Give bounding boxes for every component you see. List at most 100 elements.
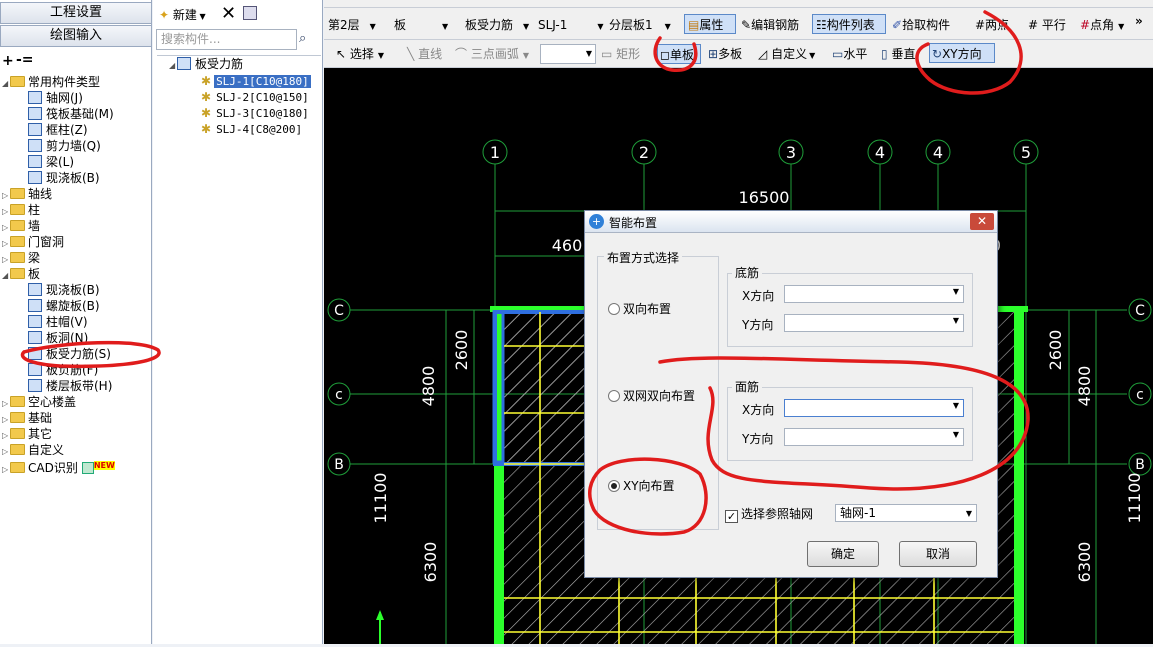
dimension-text: 11100 <box>1125 473 1144 524</box>
tree-root-rebar[interactable]: ◢ 板受力筋 <box>169 56 243 72</box>
tree-item[interactable]: 框柱(Z) <box>18 122 88 138</box>
horizontal-button[interactable]: ▭水平 <box>832 44 867 64</box>
tree-item[interactable]: 轴网(J) <box>18 90 83 106</box>
folder-icon <box>10 396 25 407</box>
ref-axis-checkbox[interactable]: ✓ 选择参照轴网 <box>725 505 813 523</box>
collapsed-arrow-icon[interactable]: ▷ <box>2 462 10 478</box>
radio-double-icon <box>608 303 620 315</box>
tree-item[interactable]: 柱帽(V) <box>18 314 88 330</box>
dimension-text: 4800 <box>1075 366 1094 407</box>
tree-item[interactable]: ▷ 门窗洞 <box>2 234 64 250</box>
component-list-item[interactable]: ✱ SLJ-3[C10@180] <box>201 105 311 121</box>
axis-select[interactable]: 轴网-1 <box>835 504 977 522</box>
layer-select[interactable]: 分层板1 ▼ <box>609 15 671 35</box>
category-select[interactable]: 板 ▼ <box>394 15 448 35</box>
tree-item[interactable]: ▷ 基础 <box>2 410 52 426</box>
bottom-y-select[interactable] <box>784 314 964 332</box>
method-group-title: 布置方式选择 <box>604 249 683 266</box>
tree-item[interactable]: 楼层板带(H) <box>18 378 112 394</box>
tree-item[interactable]: 现浇板(B) <box>18 170 100 186</box>
tree-item[interactable]: 板负筋(F) <box>18 362 98 378</box>
delete-icon[interactable]: ✕ <box>221 3 236 24</box>
component-select[interactable]: SLJ-1 ▼ <box>538 15 604 35</box>
ok-button[interactable]: 确定 <box>807 541 879 567</box>
edit-rebar-button[interactable]: ✎编辑钢筋 <box>741 15 799 35</box>
vertical-button[interactable]: ▯ 垂直 <box>881 44 915 64</box>
tree-item[interactable]: 筏板基础(M) <box>18 106 114 122</box>
search-input[interactable]: 搜索构件... <box>156 29 297 50</box>
toolbar-overflow-icon[interactable]: » <box>1135 11 1143 31</box>
tree-item[interactable]: ▷ 自定义 <box>2 442 64 458</box>
radio-double-net[interactable]: 双网双向布置 <box>608 387 695 404</box>
point-angle-label: 点角 <box>1090 18 1115 32</box>
drawing-input-button[interactable]: 绘图输入 <box>0 25 152 47</box>
floor-select[interactable]: 第2层 ▼ <box>328 15 380 35</box>
expanded-arrow-icon[interactable]: ◢ <box>2 76 10 92</box>
search-icon[interactable]: ⌕ <box>299 31 306 46</box>
component-icon <box>28 299 42 312</box>
axis-select-value: 轴网-1 <box>840 506 876 520</box>
parallel-button[interactable]: # 平行 <box>1028 15 1066 35</box>
gear-icon: ✱ <box>201 74 212 88</box>
multi-board-button[interactable]: ⊞多板 <box>708 44 742 64</box>
top-y-select[interactable] <box>784 428 964 446</box>
radio-double-net-icon <box>608 390 620 402</box>
engineering-settings-button[interactable]: 工程设置 <box>0 2 152 24</box>
tree-item[interactable]: 螺旋板(B) <box>18 298 100 314</box>
xy-direction-icon: ↻ <box>932 47 943 61</box>
rect-label: 矩形 <box>616 47 641 61</box>
expanded-arrow-icon[interactable]: ◢ <box>2 268 10 284</box>
tree-item[interactable]: ▷ 空心楼盖 <box>2 394 76 410</box>
tree-item[interactable]: 剪力墙(Q) <box>18 138 101 154</box>
component-list-item[interactable]: ✱ SLJ-4[C8@200] <box>201 121 304 137</box>
single-board-button[interactable]: ◻单板 <box>657 44 701 64</box>
radio-xy[interactable]: XY向布置 <box>608 477 675 494</box>
dimension-text: 11100 <box>371 473 390 524</box>
tree-item[interactable]: ▷ 其它 <box>2 426 52 442</box>
pick-component-button[interactable]: ✐拾取构件 <box>892 15 950 35</box>
collapse-all-icon[interactable]: -= <box>16 52 34 68</box>
tree-item[interactable]: ▷ 墙 <box>2 218 40 234</box>
component-list-item[interactable]: ✱ SLJ-2[C10@150] <box>201 89 311 105</box>
tree-item-label: 框柱(Z) <box>46 123 88 137</box>
tree-item[interactable]: ▷ CAD识别 NEW <box>2 458 115 475</box>
point-angle-button[interactable]: #点角 ▼ <box>1080 15 1124 35</box>
bottom-x-select[interactable] <box>784 285 964 303</box>
gear-icon: ✱ <box>201 90 212 104</box>
properties-button[interactable]: ▤属性 <box>684 14 736 34</box>
arc-icon: ⌒ <box>455 47 468 61</box>
point-angle-icon: # <box>1080 18 1091 32</box>
line-button[interactable]: ╲ 直线 <box>407 44 442 64</box>
custom-button[interactable]: ◿ 自定义 ▼ <box>758 44 815 64</box>
copy-icon[interactable] <box>243 6 257 20</box>
select-button[interactable]: ↖ 选择 ▼ <box>336 44 384 64</box>
tree-item[interactable]: 板洞(N) <box>18 330 88 346</box>
cancel-button[interactable]: 取消 <box>899 541 977 567</box>
component-list-item[interactable]: ✱ SLJ-1[C10@180] <box>201 73 311 89</box>
arc3-button[interactable]: ⌒ 三点画弧 ▼ <box>455 44 529 64</box>
component-icon <box>28 107 42 120</box>
rect-button[interactable]: ▭ 矩形 <box>601 44 640 64</box>
close-icon[interactable]: ✕ <box>970 213 994 230</box>
tree-item[interactable]: ▷ 柱 <box>2 202 40 218</box>
tree-item[interactable]: 现浇板(B) <box>18 282 100 298</box>
component-list-button[interactable]: ☷构件列表 <box>812 14 886 34</box>
tree-item[interactable]: ◢ 常用构件类型 <box>2 74 100 90</box>
tree-item[interactable]: ▷ 轴线 <box>2 186 52 202</box>
type-select[interactable]: 板受力筋 ▼ <box>465 15 529 35</box>
two-points-button[interactable]: #两点 <box>975 15 1009 35</box>
style-select[interactable] <box>540 44 596 64</box>
ucs-arrow-icon <box>376 610 384 620</box>
new-button[interactable]: ✦ 新建 ▼ <box>159 6 206 24</box>
component-icon <box>28 331 42 344</box>
tree-item[interactable]: ▷ 梁 <box>2 250 40 266</box>
xy-direction-button[interactable]: ↻XY方向 <box>929 43 995 63</box>
radio-double[interactable]: 双向布置 <box>608 300 671 317</box>
top-x-select[interactable] <box>784 399 964 417</box>
tree-item[interactable]: 板受力筋(S) <box>18 346 111 362</box>
tree-item[interactable]: ◢ 板 <box>2 266 40 282</box>
expand-all-icon[interactable]: + <box>2 53 14 69</box>
vertical-label: 垂直 <box>891 47 916 61</box>
dialog-titlebar[interactable]: + 智能布置 ✕ <box>585 211 997 233</box>
tree-item[interactable]: 梁(L) <box>18 154 74 170</box>
